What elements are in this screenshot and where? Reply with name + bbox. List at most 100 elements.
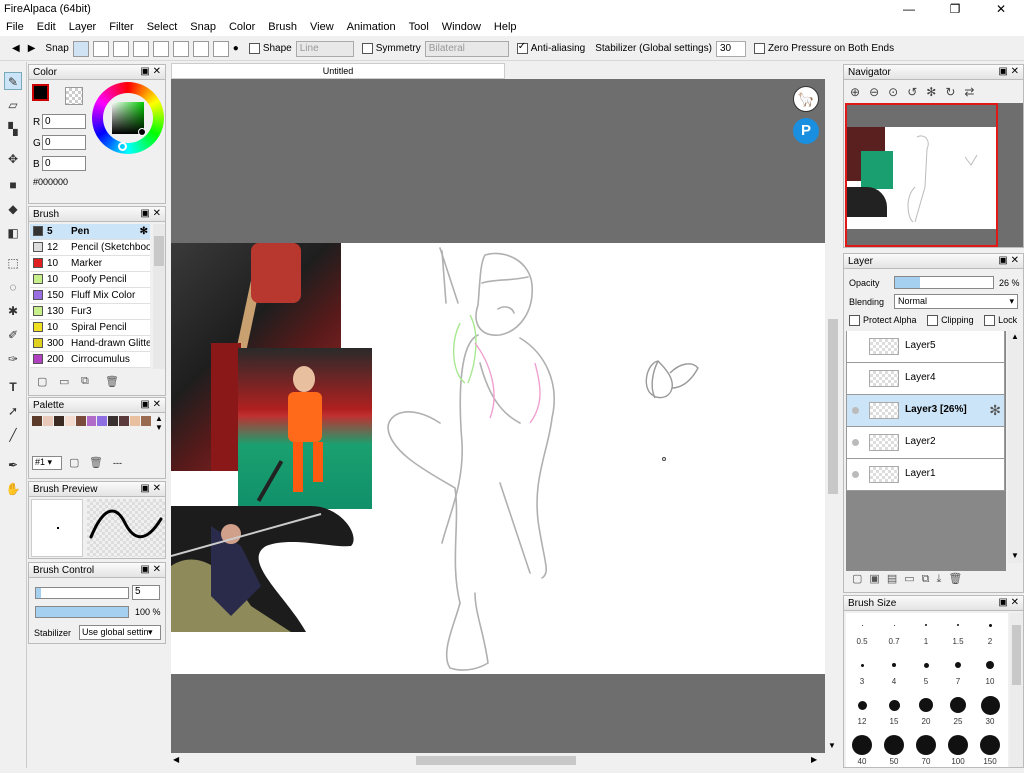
palette-swatch[interactable]	[119, 416, 130, 426]
delete-brush-icon[interactable]: 🗑	[105, 375, 119, 388]
navigator-viewport[interactable]	[845, 103, 998, 247]
brush-size-option[interactable]: 100	[942, 733, 974, 773]
panel-controls-icon[interactable]: ▣ ✕	[140, 483, 161, 494]
select-pen-icon[interactable]: ✐	[4, 326, 22, 344]
palette-swatch[interactable]	[130, 416, 141, 426]
r-input[interactable]: 0	[42, 114, 86, 129]
symmetry-select[interactable]: Bilateral	[424, 40, 509, 57]
brush-item[interactable]: 300 Hand-drawn Glitter	[30, 336, 150, 352]
brush-stabilizer-select[interactable]: Use global setting▾	[79, 625, 161, 640]
brush-item[interactable]: 10 Marker	[30, 256, 150, 272]
panel-controls-icon[interactable]: ▣ ✕	[998, 597, 1019, 608]
snap-grid-icon[interactable]	[112, 40, 129, 57]
menu-brush[interactable]: Brush	[268, 21, 297, 33]
panel-controls-icon[interactable]: ▣ ✕	[140, 399, 161, 410]
duplicate-layer-icon[interactable]: ⧉	[922, 573, 937, 585]
brush-size-option[interactable]: 0.5	[846, 613, 878, 653]
brush-size-slider[interactable]	[35, 587, 129, 599]
zoom-out-icon[interactable]: ⊖	[869, 85, 888, 99]
brush-size-option[interactable]: 7	[942, 653, 974, 693]
menu-layer[interactable]: Layer	[69, 21, 97, 33]
brush-size-option[interactable]: 1	[910, 613, 942, 653]
brush-item[interactable]: 200 Cirrocumulus	[30, 352, 150, 368]
brush-item[interactable]: 130 Fur3	[30, 304, 150, 320]
palette-swatch[interactable]	[108, 416, 119, 426]
brush-settings-gear-icon[interactable]: ✻	[140, 224, 148, 239]
protect-alpha-checkbox[interactable]	[849, 315, 860, 327]
layer-opacity-slider[interactable]	[894, 276, 994, 289]
color-picker-dot-icon[interactable]	[138, 128, 146, 136]
brush-item[interactable]: 10 Poofy Pencil	[30, 272, 150, 288]
layer-row[interactable]: Layer5	[846, 331, 1005, 363]
brush-size-option[interactable]: 50	[878, 733, 910, 773]
snap-horizontal-icon[interactable]	[132, 40, 149, 57]
pen-tool-icon[interactable]: ✎	[4, 72, 22, 90]
eraser-tool-icon[interactable]: ▱	[4, 96, 22, 114]
brush-size-option[interactable]: 15	[878, 693, 910, 733]
folder-icon[interactable]: ▭	[59, 375, 69, 388]
rotate-left-icon[interactable]: ↺	[907, 85, 926, 99]
operation-tool-icon[interactable]: ➚	[4, 402, 22, 420]
menu-tool[interactable]: Tool	[409, 21, 429, 33]
brush-item[interactable]: 5 Pen ✻	[30, 224, 150, 240]
delete-palette-icon[interactable]: 🗑	[89, 456, 103, 469]
palette-swatch[interactable]	[32, 416, 42, 426]
snap-curve-icon[interactable]	[192, 40, 209, 57]
snap-parallel-icon[interactable]	[92, 40, 109, 57]
layer-settings-gear-icon[interactable]: ✻	[989, 402, 1001, 419]
layer-row[interactable]: Layer1	[846, 459, 1005, 491]
brush-list-scrollbar[interactable]	[153, 224, 165, 369]
zoom-in-icon[interactable]: ⊕	[850, 85, 869, 99]
layer-list-scrollbar[interactable]: ▲ ▼	[1008, 331, 1022, 563]
select-eraser-icon[interactable]: ✑	[4, 350, 22, 368]
canvas-horizontal-scrollbar[interactable]: ◀ ▶	[171, 753, 825, 768]
lasso-tool-icon[interactable]: ◌	[4, 278, 22, 296]
panel-controls-icon[interactable]: ▣ ✕	[140, 564, 161, 575]
rotate-right-icon[interactable]: ↻	[945, 85, 964, 99]
hue-picker-ring-icon[interactable]	[118, 142, 127, 151]
menu-view[interactable]: View	[310, 21, 334, 33]
new-1bit-layer-icon[interactable]: ▤	[887, 573, 904, 585]
menu-color[interactable]: Color	[229, 21, 255, 33]
transparent-color-swatch[interactable]	[65, 87, 83, 105]
palette-swatch[interactable]	[53, 416, 64, 426]
brush-size-option[interactable]: 70	[910, 733, 942, 773]
stabilizer-select[interactable]: 30	[715, 40, 746, 57]
canvas-vertical-scrollbar[interactable]: ▼	[825, 79, 841, 753]
panel-controls-icon[interactable]: ▣ ✕	[140, 66, 161, 77]
navigator-preview[interactable]	[845, 103, 1023, 247]
menu-file[interactable]: File	[6, 21, 24, 33]
prev-icon[interactable]: ◀	[12, 43, 20, 54]
hand-tool-icon[interactable]: ✋	[4, 480, 22, 498]
menu-help[interactable]: Help	[494, 21, 517, 33]
shape-select[interactable]: Line	[295, 40, 354, 57]
brush-size-option[interactable]: 150	[974, 733, 1006, 773]
brush-size-scrollbar[interactable]	[1010, 613, 1023, 767]
new-brush-icon[interactable]: ▢	[37, 375, 47, 388]
brush-item[interactable]: 150 Fluff Mix Color	[30, 288, 150, 304]
snap-circle-icon[interactable]	[172, 40, 189, 57]
brush-opacity-slider[interactable]	[35, 606, 129, 618]
color-wheel[interactable]	[92, 82, 164, 154]
snap-off-icon[interactable]	[72, 40, 89, 57]
close-button[interactable]: ✕	[978, 0, 1024, 18]
text-tool-icon[interactable]: T	[4, 378, 22, 396]
symmetry-checkbox[interactable]	[361, 43, 373, 54]
brush-size-option[interactable]: 0.7	[878, 613, 910, 653]
next-icon[interactable]: ▶	[28, 43, 36, 54]
brush-size-option[interactable]: 2	[974, 613, 1006, 653]
palette-swatch[interactable]	[97, 416, 108, 426]
brush-size-option[interactable]: 10	[974, 653, 1006, 693]
menu-window[interactable]: Window	[442, 21, 481, 33]
panel-controls-icon[interactable]: ▣ ✕	[998, 66, 1019, 77]
select-tool-icon[interactable]: ⬚	[4, 254, 22, 272]
shape-checkbox[interactable]	[248, 43, 260, 54]
gradient-tool-icon[interactable]: ◧	[4, 224, 22, 242]
palette-swatch[interactable]	[42, 416, 53, 426]
tab-canvas[interactable]: Untitled	[171, 63, 505, 79]
dot-tool-icon[interactable]: ▚	[4, 120, 22, 138]
brush-size-option[interactable]: 1.5	[942, 613, 974, 653]
brush-size-option[interactable]: 5	[910, 653, 942, 693]
magic-wand-icon[interactable]: ✱	[4, 302, 22, 320]
menu-filter[interactable]: Filter	[109, 21, 133, 33]
